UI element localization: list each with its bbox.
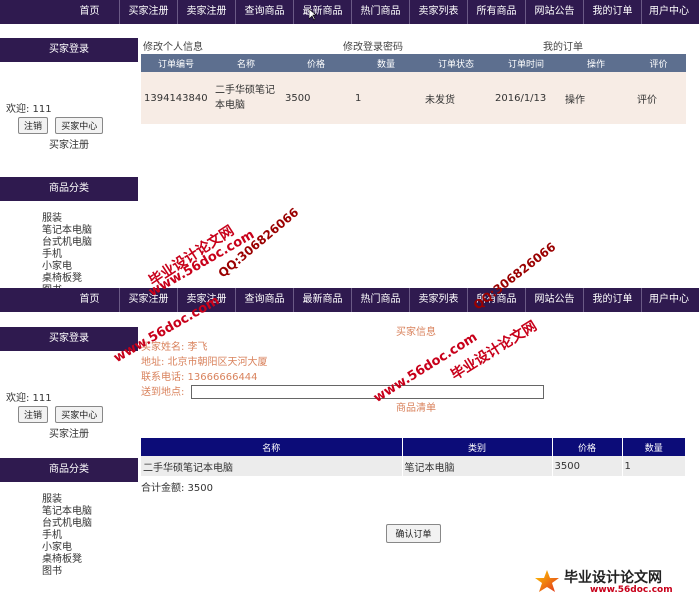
order-price-cell: 3500 <box>281 72 351 124</box>
order-time-cell: 2016/1/13 <box>491 72 561 124</box>
nav-home[interactable]: 首页 <box>60 0 120 24</box>
order-total: 合计金额: 3500 <box>141 483 213 494</box>
nav-new-goods[interactable]: 最新商品 <box>294 0 352 24</box>
site-logo: 毕业设计论文网 www.56doc.com <box>530 566 695 596</box>
nav-hot-goods[interactable]: 热门商品 <box>352 288 410 312</box>
delivery-label: 送到地点: <box>141 387 185 398</box>
cart-name-cell: 二手华硕笔记本电脑 <box>141 456 403 476</box>
login-title: 买家登录 <box>0 327 138 351</box>
logout-button[interactable]: 注销 <box>18 117 49 134</box>
category-item[interactable]: 小家电 <box>42 542 138 554</box>
account-tabs: 修改个人信息 修改登录密码 我的订单 <box>141 38 686 53</box>
col-action: 操作 <box>561 54 631 72</box>
col-order-no: 订单编号 <box>141 54 211 72</box>
logo-url: www.56doc.com <box>590 585 673 595</box>
category-item[interactable]: 笔记本电脑 <box>42 506 138 518</box>
cart-price-cell: 3500 <box>552 456 623 476</box>
logo-brand: 毕业设计论文网 <box>564 570 662 586</box>
order-table-header: 订单编号 名称 价格 数量 订单状态 订单时间 操作 评价 <box>141 54 686 72</box>
col-price: 价格 <box>281 54 351 72</box>
category-item[interactable]: 台式机电脑 <box>42 237 138 249</box>
mouse-cursor-icon <box>309 9 317 21</box>
category-item[interactable]: 台式机电脑 <box>42 518 138 530</box>
col-time: 订单时间 <box>491 54 561 72</box>
category-item[interactable]: 服装 <box>42 494 138 506</box>
col-name: 名称 <box>141 438 403 456</box>
category-item[interactable]: 笔记本电脑 <box>42 225 138 237</box>
buyer-center-button[interactable]: 买家中心 <box>55 117 104 134</box>
tab-my-orders[interactable]: 我的订单 <box>543 38 583 53</box>
welcome-text: 欢迎: 111 <box>6 104 52 115</box>
nav-user-center[interactable]: 用户中心 <box>642 0 696 24</box>
category-title: 商品分类 <box>0 177 138 201</box>
nav-seller-register[interactable]: 卖家注册 <box>178 0 236 24</box>
nav-seller-list[interactable]: 卖家列表 <box>410 288 468 312</box>
buyer-name: 买家姓名: 李飞 <box>141 342 208 353</box>
top-nav-second: 首页 买家注册 卖家注册 查询商品 最新商品 热门商品 卖家列表 所有商品 网站… <box>0 288 699 312</box>
category-item[interactable]: 图书 <box>42 566 138 578</box>
col-review: 评价 <box>631 54 686 72</box>
col-qty: 数量 <box>351 54 421 72</box>
col-price: 价格 <box>552 438 623 456</box>
nav-home[interactable]: 首页 <box>60 288 120 312</box>
order-no-cell: 1394143840 <box>141 72 211 124</box>
category-title: 商品分类 <box>0 458 138 482</box>
col-qty: 数量 <box>622 438 686 456</box>
buyer-register-link[interactable]: 买家注册 <box>0 425 138 440</box>
nav-search-goods[interactable]: 查询商品 <box>236 0 294 24</box>
tab-change-password[interactable]: 修改登录密码 <box>343 38 403 53</box>
buyer-info-title: 买家信息 <box>396 327 436 338</box>
col-category: 类别 <box>402 438 553 456</box>
order-qty-cell: 1 <box>351 72 421 124</box>
category-item[interactable]: 桌椅板凳 <box>42 273 138 285</box>
order-review-link[interactable]: 评价 <box>631 72 686 124</box>
login-title: 买家登录 <box>0 38 138 62</box>
tab-edit-profile[interactable]: 修改个人信息 <box>143 38 203 53</box>
order-name-cell: 二手华硕笔记本电脑 <box>211 72 281 124</box>
category-item[interactable]: 桌椅板凳 <box>42 554 138 566</box>
logout-button[interactable]: 注销 <box>18 406 49 423</box>
cart-qty-cell: 1 <box>622 456 686 476</box>
nav-buyer-register[interactable]: 买家注册 <box>120 0 178 24</box>
table-row: 1394143840 二手华硕笔记本电脑 3500 1 未发货 2016/1/1… <box>141 72 686 124</box>
order-action-link[interactable]: 操作 <box>561 72 631 124</box>
order-table: 订单编号 名称 价格 数量 订单状态 订单时间 操作 评价 1394143840… <box>141 54 686 124</box>
category-list: 服装 笔记本电脑 台式机电脑 手机 小家电 桌椅板凳 图书 <box>0 213 138 297</box>
nav-search-goods[interactable]: 查询商品 <box>236 288 294 312</box>
col-status: 订单状态 <box>421 54 491 72</box>
cart-category-cell: 笔记本电脑 <box>402 456 553 476</box>
nav-my-orders[interactable]: 我的订单 <box>584 288 642 312</box>
nav-user-center[interactable]: 用户中心 <box>642 288 696 312</box>
category-list: 服装 笔记本电脑 台式机电脑 手机 小家电 桌椅板凳 图书 <box>0 494 138 578</box>
order-status-cell: 未发货 <box>421 72 491 124</box>
confirm-order-button[interactable]: 确认订单 <box>386 524 441 543</box>
table-row: 二手华硕笔记本电脑 笔记本电脑 3500 1 <box>141 456 686 476</box>
nav-my-orders[interactable]: 我的订单 <box>584 0 642 24</box>
logo-star-icon <box>535 570 559 592</box>
category-item[interactable]: 服装 <box>42 213 138 225</box>
delivery-address-input[interactable] <box>191 385 544 399</box>
cart-table-header: 名称 类别 价格 数量 <box>141 438 686 456</box>
buyer-center-button[interactable]: 买家中心 <box>55 406 104 423</box>
checkout-panel: 买家信息 买家姓名: 李飞 地址: 北京市朝阳区天河大厦 联系电话: 13666… <box>141 325 686 567</box>
category-item[interactable]: 手机 <box>42 249 138 261</box>
nav-seller-list[interactable]: 卖家列表 <box>410 0 468 24</box>
nav-all-goods[interactable]: 所有商品 <box>468 0 526 24</box>
buyer-register-link[interactable]: 买家注册 <box>0 136 138 151</box>
welcome-text: 欢迎: 111 <box>6 393 52 404</box>
delivery-row: 送到地点: <box>141 385 686 401</box>
nav-announcement[interactable]: 网站公告 <box>526 288 584 312</box>
top-nav: 首页 买家注册 卖家注册 查询商品 最新商品 热门商品 卖家列表 所有商品 网站… <box>0 0 699 24</box>
cart-title: 商品清单 <box>396 403 436 414</box>
category-item[interactable]: 小家电 <box>42 261 138 273</box>
order-panel: 修改个人信息 修改登录密码 我的订单 订单编号 名称 价格 数量 订单状态 订单… <box>141 38 686 124</box>
sidebar-top: 买家登录 欢迎: 111 注销 买家中心 买家注册 商品分类 服装 笔记本电脑 … <box>0 38 138 296</box>
nav-announcement[interactable]: 网站公告 <box>526 0 584 24</box>
nav-hot-goods[interactable]: 热门商品 <box>352 0 410 24</box>
category-item[interactable]: 手机 <box>42 530 138 542</box>
nav-new-goods[interactable]: 最新商品 <box>294 288 352 312</box>
col-name: 名称 <box>211 54 281 72</box>
cart-table: 名称 类别 价格 数量 二手华硕笔记本电脑 笔记本电脑 3500 1 <box>141 438 686 476</box>
